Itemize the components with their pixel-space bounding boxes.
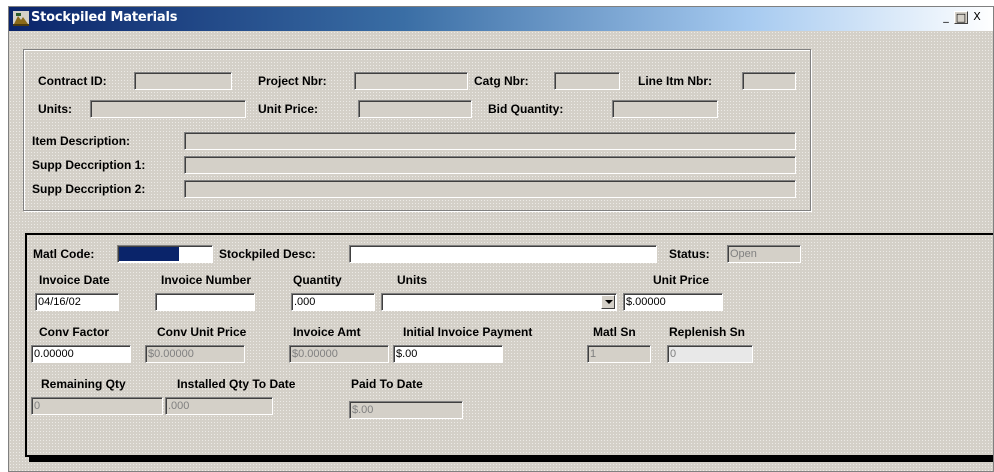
minimize-button[interactable]: _: [939, 11, 953, 24]
matl-sn-field: 1: [587, 345, 651, 363]
contract-id-label: Contract ID:: [38, 74, 107, 88]
title-bar[interactable]: Stockpiled Materials _ □ X: [9, 7, 993, 31]
status-label: Status:: [669, 247, 710, 261]
catg-nbr-label: Catg Nbr:: [474, 74, 529, 88]
quantity-label: Quantity: [293, 273, 342, 287]
stockpiled-materials-window: Stockpiled Materials _ □ X Contract ID: …: [8, 6, 994, 472]
status-field: Open: [727, 245, 801, 263]
remaining-qty-label: Remaining Qty: [41, 377, 126, 391]
quantity-field[interactable]: .000: [291, 293, 375, 311]
paid-to-date-field: $.00: [349, 401, 463, 419]
invoice-amt-label: Invoice Amt: [293, 325, 361, 339]
invoice-date-field[interactable]: 04/16/02: [35, 293, 119, 311]
invoice-amt-field: $0.00000: [289, 345, 389, 363]
chevron-down-icon[interactable]: [601, 295, 615, 309]
conv-unit-price-label: Conv Unit Price: [157, 325, 247, 339]
stockpiled-desc-label: Stockpiled Desc:: [219, 247, 316, 261]
units-dropdown[interactable]: [381, 293, 617, 311]
conv-unit-price-field: $0.00000: [145, 345, 245, 363]
app-icon: [13, 11, 29, 26]
units-label: Units: [397, 273, 427, 287]
contract-item-group: Contract ID: Project Nbr: Catg Nbr: Line…: [23, 49, 811, 211]
installed-qty-label: Installed Qty To Date: [177, 377, 296, 391]
units-label: Units:: [38, 102, 72, 116]
matl-code-selection: [119, 247, 179, 261]
maximize-button[interactable]: □: [954, 11, 968, 24]
matl-code-label: Matl Code:: [33, 247, 95, 261]
unit-price-field[interactable]: $.00000: [623, 293, 723, 311]
initial-invoice-payment-field[interactable]: $.00: [393, 345, 503, 363]
line-itm-nbr-label: Line Itm Nbr:: [638, 74, 712, 88]
invoice-date-label: Invoice Date: [39, 273, 110, 287]
line-itm-nbr-field[interactable]: [742, 72, 796, 90]
matl-sn-label: Matl Sn: [593, 325, 636, 339]
supp-description-1-label: Supp Deccription 1:: [32, 158, 146, 172]
bid-quantity-field[interactable]: [612, 100, 718, 118]
contract-id-field[interactable]: [134, 72, 232, 90]
conv-factor-label: Conv Factor: [39, 325, 110, 339]
item-description-label: Item Description:: [32, 134, 131, 148]
remaining-qty-field: 0: [31, 397, 163, 415]
replenish-sn-label: Replenish Sn: [669, 325, 746, 339]
replenish-sn-field: 0: [667, 345, 753, 363]
supp-description-2-field[interactable]: [184, 180, 796, 198]
unit-price-field[interactable]: [358, 100, 472, 118]
close-button[interactable]: X: [970, 11, 984, 24]
catg-nbr-field[interactable]: [554, 72, 620, 90]
unit-price-label: Unit Price: [653, 273, 710, 287]
supp-description-2-label: Supp Deccription 2:: [32, 182, 146, 196]
invoice-number-field[interactable]: [155, 293, 255, 311]
window-title: Stockpiled Materials: [31, 10, 178, 25]
conv-factor-field[interactable]: 0.00000: [31, 345, 131, 363]
stockpiled-desc-field[interactable]: [349, 245, 657, 263]
project-nbr-field[interactable]: [354, 72, 468, 90]
units-field[interactable]: [90, 100, 246, 118]
unit-price-label: Unit Price:: [258, 102, 319, 116]
installed-qty-field: .000: [165, 397, 273, 415]
bid-quantity-label: Bid Quantity:: [488, 102, 564, 116]
initial-invoice-payment-label: Initial Invoice Payment: [403, 325, 533, 339]
item-description-field[interactable]: [184, 132, 796, 150]
matl-code-field[interactable]: [117, 245, 213, 263]
stockpile-detail-group: Matl Code: Stockpiled Desc: Status: Open…: [25, 233, 993, 457]
paid-to-date-label: Paid To Date: [351, 377, 423, 391]
invoice-number-label: Invoice Number: [161, 273, 252, 287]
project-nbr-label: Project Nbr:: [258, 74, 327, 88]
supp-description-1-field[interactable]: [184, 156, 796, 174]
